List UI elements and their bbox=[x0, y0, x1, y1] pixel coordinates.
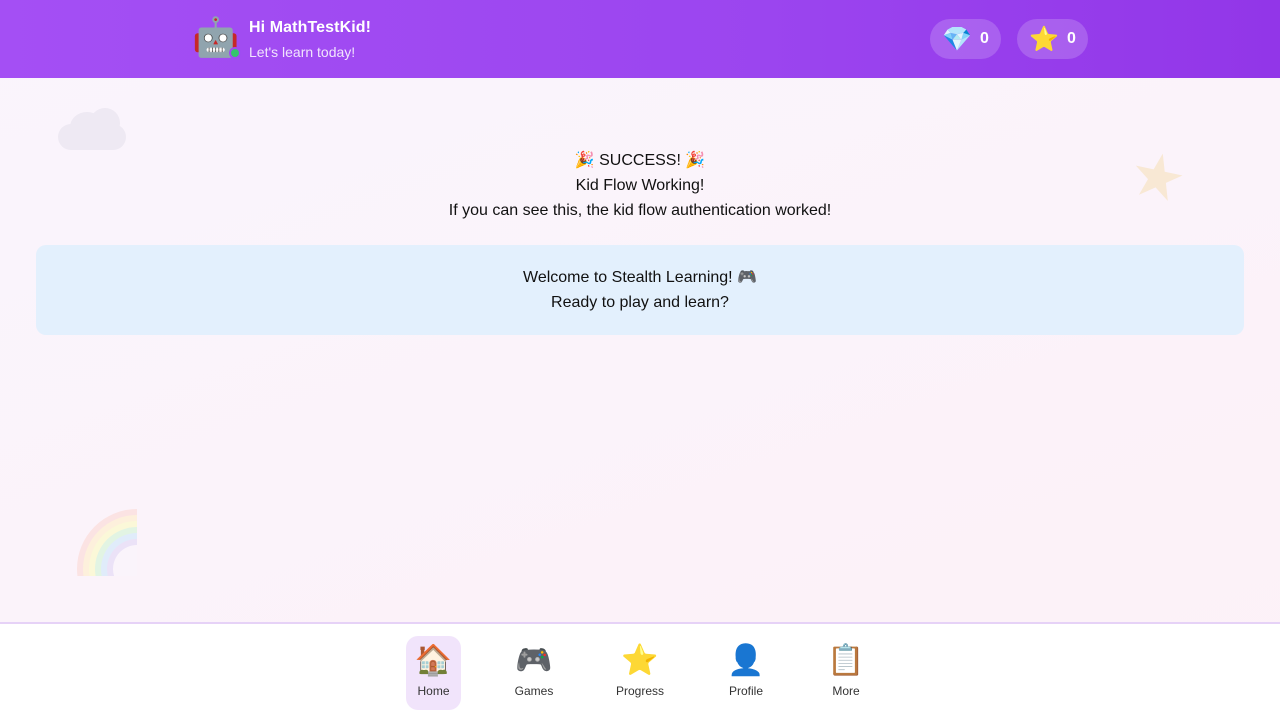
nav-item-more[interactable]: 📋 More bbox=[816, 636, 876, 710]
nav-label-home: Home bbox=[417, 684, 450, 698]
welcome-title: Welcome to Stealth Learning! 🎮 bbox=[523, 269, 757, 286]
success-title: 🎉 SUCCESS! 🎉 bbox=[574, 152, 706, 169]
greeting-subtitle: Let's learn today! bbox=[249, 44, 356, 60]
app-header: 🤖 Hi MathTestKid! Let's learn today! 💎 0… bbox=[0, 0, 1280, 78]
cloud-decoration bbox=[58, 108, 126, 150]
bottom-navigation: 🏠 Home 🎮 Games ⭐ Progress 👤 Profile 📋 Mo… bbox=[0, 622, 1280, 720]
rainbow-decoration bbox=[77, 509, 137, 576]
stars-counter[interactable]: ⭐ 0 bbox=[1017, 19, 1088, 59]
gems-counter[interactable]: 💎 0 bbox=[930, 19, 1001, 59]
nav-item-games[interactable]: 🎮 Games bbox=[504, 636, 564, 710]
nav-label-more: More bbox=[832, 684, 860, 698]
clipboard-icon: 📋 bbox=[827, 643, 865, 678]
gems-value: 0 bbox=[980, 30, 989, 47]
nav-item-profile[interactable]: 👤 Profile bbox=[716, 636, 776, 710]
nav-item-progress[interactable]: ⭐ Progress bbox=[610, 636, 670, 710]
online-status-dot bbox=[229, 47, 241, 59]
welcome-subtitle: Ready to play and learn? bbox=[551, 294, 729, 311]
nav-item-home[interactable]: 🏠 Home bbox=[406, 636, 461, 710]
star-icon: ⭐ bbox=[621, 643, 659, 678]
nav-label-progress: Progress bbox=[615, 684, 665, 698]
welcome-card: Welcome to Stealth Learning! 🎮 Ready to … bbox=[36, 245, 1244, 335]
user-icon: 👤 bbox=[727, 643, 765, 678]
nav-label-games: Games bbox=[514, 684, 554, 698]
house-icon: 🏠 bbox=[414, 643, 453, 678]
success-subtitle: Kid Flow Working! bbox=[575, 177, 705, 194]
success-message-block: 🎉 SUCCESS! 🎉 Kid Flow Working! If you ca… bbox=[0, 148, 1280, 223]
gem-icon: 💎 bbox=[942, 25, 972, 53]
gamepad-icon: 🎮 bbox=[515, 643, 553, 678]
stars-value: 0 bbox=[1067, 30, 1076, 47]
star-icon: ⭐ bbox=[1029, 25, 1059, 53]
success-message: If you can see this, the kid flow authen… bbox=[448, 202, 832, 219]
greeting-title: Hi MathTestKid! bbox=[249, 19, 372, 36]
nav-label-profile: Profile bbox=[728, 684, 763, 698]
